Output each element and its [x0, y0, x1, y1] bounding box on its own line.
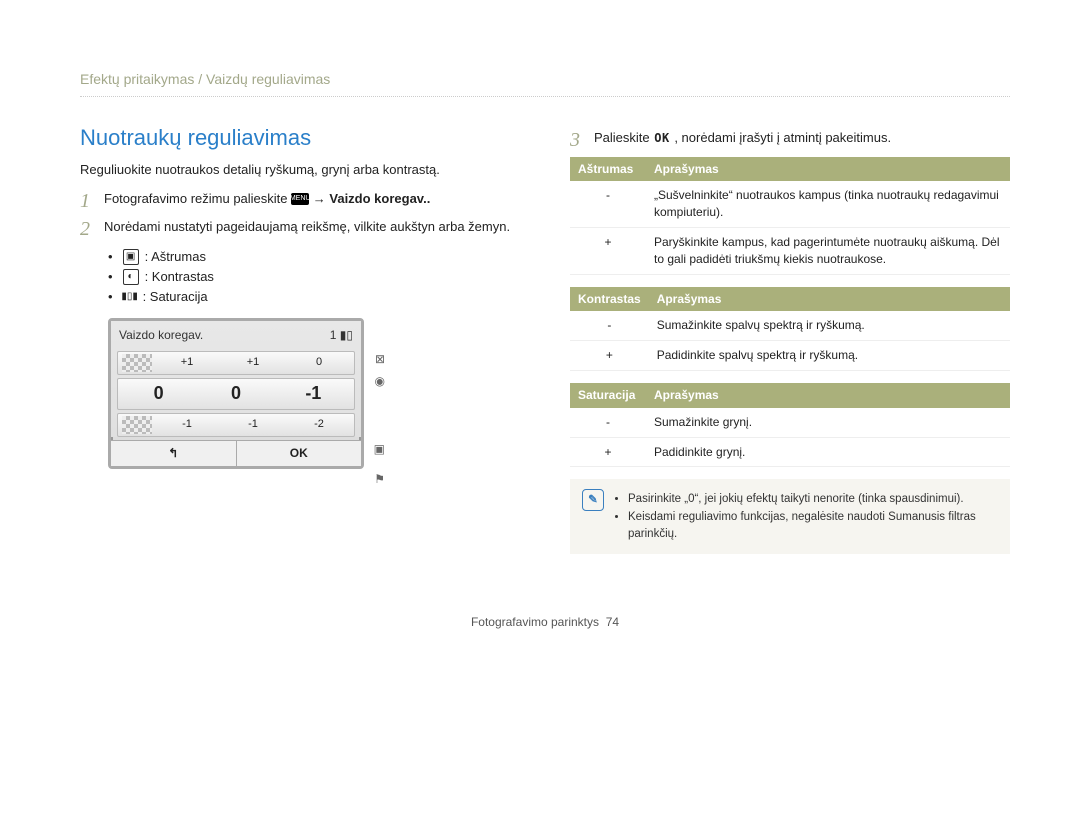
note-item: Pasirinkite „0“, jei jokių efektų taikyt…: [628, 491, 998, 507]
lcd-row-bot: -1-1-2: [117, 413, 355, 437]
table-row: +Paryškinkite kampus, kad pagerintumėte …: [570, 227, 1010, 274]
bullet-contrast: : Kontrastas: [145, 268, 214, 286]
lcd-preview: Vaizdo koregav. 1 ▮▯ +1+10 00-1 -1-1-2: [108, 318, 364, 469]
step3-prefix: Palieskite: [594, 130, 653, 145]
lcd-back-button: ↰: [111, 441, 237, 466]
arrow-icon: →: [313, 191, 330, 206]
ok-icon: OK: [653, 130, 670, 147]
th-desc: Aprašymas: [649, 287, 1010, 312]
th-desc: Aprašymas: [646, 157, 1010, 182]
th-contrast: Kontrastas: [570, 287, 649, 312]
table-row: -„Sušvelninkite“ nuotraukos kampus (tink…: [570, 181, 1010, 227]
step1-target: Vaizdo koregav..: [329, 191, 430, 206]
sharpness-icon: ▣: [123, 249, 139, 265]
lcd-title: Vaizdo koregav.: [119, 327, 203, 344]
contrast-icon: ◐: [123, 269, 139, 285]
table-row: -Sumažinkite grynį.: [570, 408, 1010, 437]
page-footer: Fotografavimo parinktys 74: [80, 614, 1010, 631]
bullet-saturation: : Saturacija: [143, 288, 208, 306]
section-title: Nuotraukų reguliavimas: [80, 123, 520, 154]
table-row: +Padidinkite spalvų spektrą ir ryškumą.: [570, 341, 1010, 371]
side-icon-3: ▣: [374, 441, 385, 458]
side-icon-1: ⊠: [375, 351, 385, 368]
step3-suffix: , norėdami įrašyti į atmintį pakeitimus.: [674, 130, 891, 145]
table-sharpness: Aštrumas Aprašymas -„Sušvelninkite“ nuot…: [570, 157, 1010, 275]
table-saturation: Saturacija Aprašymas -Sumažinkite grynį.…: [570, 383, 1010, 467]
lcd-ok-button: OK: [237, 441, 362, 466]
step-number: 2: [80, 218, 96, 240]
step-number: 1: [80, 190, 96, 212]
info-icon: ✎: [582, 489, 604, 511]
lcd-row-mid: 00-1: [117, 378, 355, 410]
th-desc: Aprašymas: [646, 383, 1010, 408]
table-row: -Sumažinkite spalvų spektrą ir ryškumą.: [570, 311, 1010, 340]
lcd-row-top: +1+10: [117, 351, 355, 375]
adjust-bullets: ▣ : Aštrumas ◐ : Kontrastas ▮▯▮ : Saturacij…: [108, 248, 520, 307]
table-row: +Padidinkite grynį.: [570, 437, 1010, 467]
lcd-battery: 1 ▮▯: [330, 327, 353, 344]
intro-text: Reguliuokite nuotraukos detalių ryškumą,…: [80, 161, 520, 179]
table-contrast: Kontrastas Aprašymas -Sumažinkite spalvų…: [570, 287, 1010, 371]
step-3: 3 Palieskite OK , norėdami įrašyti į atm…: [570, 129, 1010, 151]
side-icon-2: ◉: [375, 373, 385, 390]
menu-icon: MENU: [291, 193, 309, 205]
step-number: 3: [570, 129, 586, 151]
note-box: ✎ Pasirinkite „0“, jei jokių efektų taik…: [570, 479, 1010, 553]
note-item: Keisdami reguliavimo funkcijas, negalėsi…: [628, 509, 998, 541]
saturation-icon: ▮▯▮: [123, 290, 137, 304]
th-saturation: Saturacija: [570, 383, 646, 408]
breadcrumb: Efektų pritaikymas / Vaizdų reguliavimas: [80, 70, 1010, 97]
step-1: 1 Fotografavimo režimu palieskite MENU →…: [80, 190, 520, 212]
bullet-sharpness: : Aštrumas: [145, 248, 206, 266]
step2-text: Norėdami nustatyti pageidaujamą reikšmę,…: [104, 218, 520, 240]
side-icon-4: ⚑: [374, 471, 385, 488]
step1-prefix: Fotografavimo režimu palieskite: [104, 191, 291, 206]
step-2: 2 Norėdami nustatyti pageidaujamą reikšm…: [80, 218, 520, 240]
th-sharp: Aštrumas: [570, 157, 646, 182]
